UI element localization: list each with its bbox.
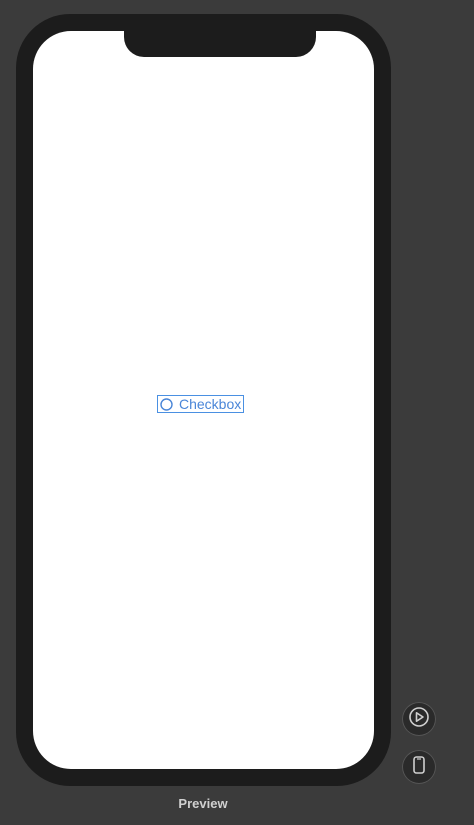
preview-canvas: Checkbox Preview: [0, 0, 474, 825]
preview-label: Preview: [178, 796, 228, 811]
device-settings-button[interactable]: [402, 750, 436, 784]
device-screen: Checkbox: [33, 31, 374, 769]
play-circle-icon: [408, 706, 430, 733]
iphone-icon: [408, 754, 430, 781]
device-notch: [124, 31, 316, 57]
device-frame: Checkbox: [16, 14, 391, 786]
live-preview-button[interactable]: [402, 702, 436, 736]
checkbox[interactable]: Checkbox: [157, 395, 245, 413]
checkbox-circle-icon[interactable]: [160, 397, 173, 411]
checkbox-label: Checkbox: [179, 396, 242, 412]
